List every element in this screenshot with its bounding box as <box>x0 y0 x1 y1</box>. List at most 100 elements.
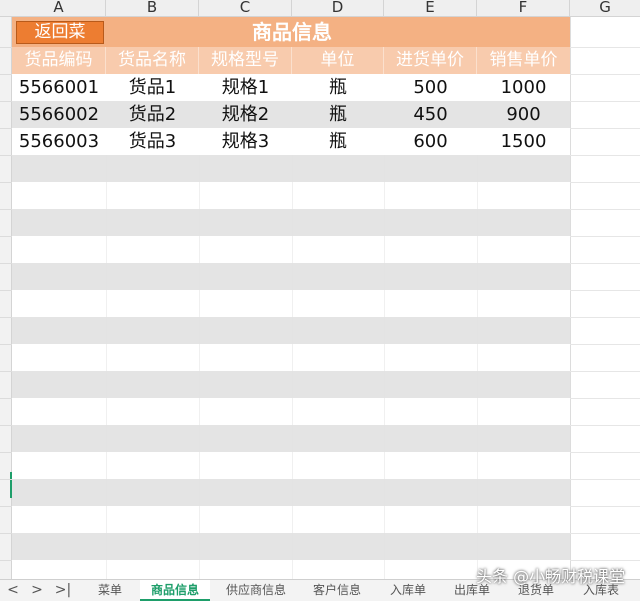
empty-row-band <box>12 479 570 506</box>
watermark-text: 头条 @小畅财税课堂 <box>476 567 626 586</box>
cell-code[interactable]: 5566003 <box>12 128 106 155</box>
table-row: 5566002 货品2 规格2 瓶 450 900 <box>12 101 570 128</box>
grid-row-line <box>570 128 640 129</box>
back-to-menu-button[interactable]: 返回菜 <box>16 21 104 44</box>
cell-purchase-price[interactable]: 600 <box>384 128 477 155</box>
cell-sale-price[interactable]: 1500 <box>477 128 570 155</box>
gutter-row-line <box>0 290 12 291</box>
cell-spec[interactable]: 规格3 <box>199 128 292 155</box>
header-unit[interactable]: 单位 <box>292 47 384 74</box>
grid-column-line <box>384 155 385 579</box>
column-header-g[interactable]: G <box>570 0 640 17</box>
empty-row-band <box>12 371 570 398</box>
grid-column-line <box>106 155 107 579</box>
column-header-row: A B C D E F G <box>0 0 640 17</box>
cell-sale-price[interactable]: 1000 <box>477 74 570 101</box>
table-row: 5566001 货品1 规格1 瓶 500 1000 <box>12 74 570 101</box>
spreadsheet-grid[interactable]: 返回菜 商品信息 货品编码 货品名称 规格型号 单位 进货单价 销售单价 556… <box>12 17 640 579</box>
empty-row-band <box>12 506 570 533</box>
empty-row-band <box>12 236 570 263</box>
grid-row-line <box>570 47 640 48</box>
gutter-row-line <box>0 344 12 345</box>
gutter-row-line <box>0 398 12 399</box>
sheet-prev-arrow[interactable]: < <box>4 580 22 601</box>
sheet-tab-supplier-info[interactable]: 供应商信息 <box>214 580 298 601</box>
column-header-d[interactable]: D <box>292 0 384 17</box>
column-header-f[interactable]: F <box>477 0 570 17</box>
column-header-c[interactable]: C <box>199 0 292 17</box>
grid-row-line <box>570 182 640 183</box>
empty-row-band <box>12 398 570 425</box>
gutter-row-line <box>0 371 12 372</box>
empty-row-band <box>12 533 570 560</box>
grid-row-line <box>570 560 640 561</box>
grid-column-line <box>477 155 478 579</box>
grid-column-line <box>292 155 293 579</box>
header-spec[interactable]: 规格型号 <box>199 47 292 74</box>
gutter-row-line <box>0 263 12 264</box>
sheet-tab-customer-info[interactable]: 客户信息 <box>300 580 374 601</box>
grid-row-line <box>570 479 640 480</box>
sheet-tab-product-info[interactable]: 商品信息 <box>140 580 210 601</box>
gutter-row-line <box>0 209 12 210</box>
grid-row-line <box>570 209 640 210</box>
column-header-b[interactable]: B <box>106 0 199 17</box>
gutter-row-line <box>0 236 12 237</box>
gutter-row-line <box>0 425 12 426</box>
cell-purchase-price[interactable]: 450 <box>384 101 477 128</box>
gutter-row-line <box>0 506 12 507</box>
cell-code[interactable]: 5566002 <box>12 101 106 128</box>
sheet-last-arrow[interactable]: >| <box>52 580 74 601</box>
sheet-tab-stock-in[interactable]: 入库单 <box>378 580 438 601</box>
header-code[interactable]: 货品编码 <box>12 47 106 74</box>
gutter-row-line <box>0 479 12 480</box>
grid-row-line <box>570 101 640 102</box>
empty-row-band <box>12 155 570 182</box>
gutter-row-line <box>0 533 12 534</box>
grid-row-line <box>570 155 640 156</box>
table-header-row: 货品编码 货品名称 规格型号 单位 进货单价 销售单价 <box>12 47 570 74</box>
cell-spec[interactable]: 规格1 <box>199 74 292 101</box>
grid-row-line <box>570 236 640 237</box>
empty-row-band <box>12 182 570 209</box>
cell-name[interactable]: 货品2 <box>106 101 199 128</box>
cell-code[interactable]: 5566001 <box>12 74 106 101</box>
header-sale-price[interactable]: 销售单价 <box>477 47 570 74</box>
cell-unit[interactable]: 瓶 <box>292 74 384 101</box>
gutter-row-line <box>0 560 12 561</box>
cell-name[interactable]: 货品3 <box>106 128 199 155</box>
grid-row-line <box>570 452 640 453</box>
column-header-a[interactable]: A <box>12 0 106 17</box>
gutter-row-line <box>0 182 12 183</box>
gutter-row-line <box>0 74 12 75</box>
cell-unit[interactable]: 瓶 <box>292 101 384 128</box>
grid-row-line <box>570 74 640 75</box>
header-purchase-price[interactable]: 进货单价 <box>384 47 477 74</box>
cell-name[interactable]: 货品1 <box>106 74 199 101</box>
empty-row-band <box>12 452 570 479</box>
grid-row-line <box>570 263 640 264</box>
gutter-row-line <box>0 101 12 102</box>
cell-sale-price[interactable]: 900 <box>477 101 570 128</box>
cell-spec[interactable]: 规格2 <box>199 101 292 128</box>
sheet-title: 商品信息 <box>252 20 332 44</box>
gutter-row-line <box>0 452 12 453</box>
grid-row-line <box>570 398 640 399</box>
grid-row-line <box>570 344 640 345</box>
gutter-row-line <box>0 47 12 48</box>
column-header-e[interactable]: E <box>384 0 477 17</box>
cell-unit[interactable]: 瓶 <box>292 128 384 155</box>
empty-row-band <box>12 209 570 236</box>
grid-row-line <box>570 290 640 291</box>
sheet-next-arrow[interactable]: > <box>28 580 46 601</box>
sheet-tab-menu[interactable]: 菜单 <box>82 580 138 601</box>
title-row: 返回菜 商品信息 <box>12 17 570 47</box>
grid-row-line <box>570 506 640 507</box>
empty-row-band <box>12 290 570 317</box>
grid-row-line <box>570 317 640 318</box>
cell-purchase-price[interactable]: 500 <box>384 74 477 101</box>
row-number-gutter <box>0 17 12 579</box>
gutter-row-line <box>0 128 12 129</box>
table-row: 5566003 货品3 规格3 瓶 600 1500 <box>12 128 570 155</box>
header-name[interactable]: 货品名称 <box>106 47 199 74</box>
